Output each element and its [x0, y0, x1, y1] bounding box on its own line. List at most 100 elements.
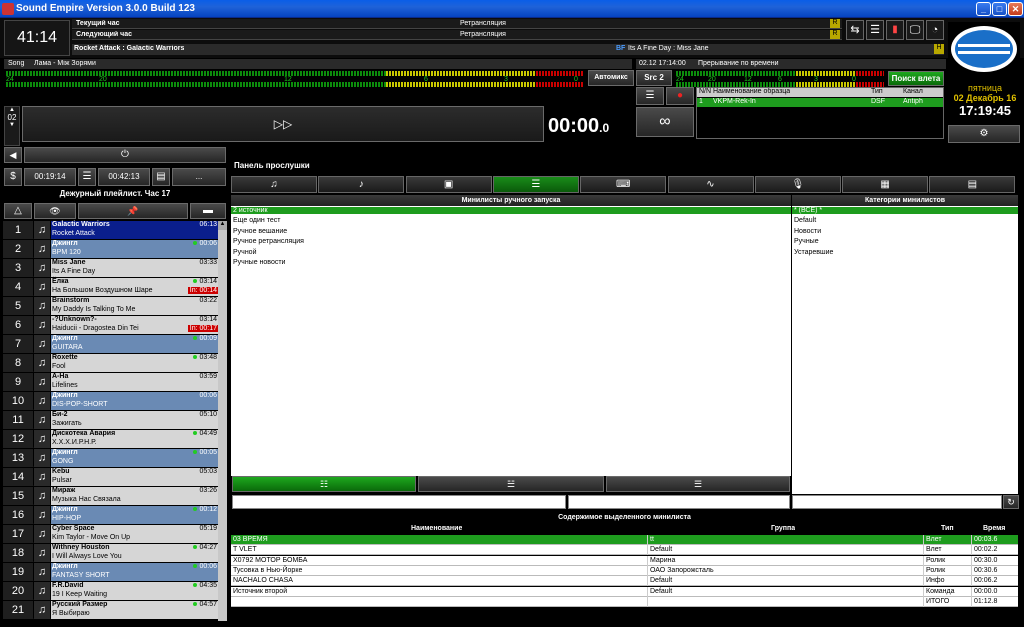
player2-table-row[interactable]: 1 VKPM-Rek-In DSF Antiph	[697, 98, 943, 107]
playlist-scrollbar[interactable]: ▲	[218, 221, 227, 621]
row-content[interactable]: Джингл DIS-POP-SHORT 00:06	[51, 392, 219, 410]
playlist-row[interactable]: 18 ♫ Withney Houston I Will Always Love You…	[3, 544, 227, 562]
category-item[interactable]: * (ВСЕ) *	[792, 207, 1018, 214]
contents-row[interactable]: T VLET Default Влет 00:02.2	[231, 545, 1018, 556]
pin-icon[interactable]: 📌	[78, 203, 188, 219]
minilist-item[interactable]: Еще один тест	[233, 217, 280, 224]
category-item[interactable]: Ручные	[794, 238, 819, 245]
playlist-row[interactable]: 19 ♫ Джингл FANTASY SHORT 00:06	[3, 563, 227, 581]
category-item[interactable]: Устаревшие	[794, 249, 833, 256]
row-content[interactable]: A-Ha Lifelines 03:59	[51, 373, 219, 391]
row-content[interactable]: Miss Jane Its A Fine Day 03:33	[51, 259, 219, 277]
row-content[interactable]: Withney Houston I Will Always Love You 04:…	[51, 544, 219, 562]
minilist-item[interactable]: Ручное вешание	[233, 228, 287, 235]
monitor-icon[interactable]: 🖵	[906, 20, 924, 40]
category-input[interactable]	[792, 495, 1002, 509]
playlist-row[interactable]: 3 ♫ Miss Jane Its A Fine Day 03:33	[3, 259, 227, 277]
maximize-button[interactable]: □	[992, 2, 1007, 16]
filter-input-2[interactable]	[568, 495, 790, 509]
time-button-2[interactable]: 00:42:13	[98, 168, 150, 186]
row-content[interactable]: Русский Размер Я Выбираю 04:57	[51, 601, 219, 619]
loop-button[interactable]: ∞	[636, 107, 694, 137]
tab-3[interactable]: ▣	[405, 176, 492, 193]
power-button[interactable]: ⏻	[24, 147, 226, 163]
playlist-row[interactable]: 6 ♫ -?Unknown?- Haiducii - Dragostea Din Te…	[3, 316, 227, 334]
row-content[interactable]: Джингл HIP-HOP 00:12	[51, 506, 219, 524]
playlist-row[interactable]: 5 ♫ Brainstorm My Daddy Is Talking To Me 03:…	[3, 297, 227, 315]
tab-4[interactable]: ☰	[492, 176, 579, 193]
minilist-mode-1[interactable]: ☷	[232, 476, 416, 492]
minimize-button[interactable]: _	[976, 2, 991, 16]
chevron-down-icon[interactable]: ▼	[5, 122, 19, 128]
playlist-row[interactable]: 4 ♫ Ёлка На Большом Воздушном Шаре 03:14 In: …	[3, 278, 227, 296]
contents-row[interactable]: Источник второй Default Команда 00:00.0	[231, 586, 1018, 597]
tab-5[interactable]: ⌨	[580, 176, 667, 193]
refresh-icon[interactable]: ↻	[1003, 495, 1019, 509]
close-button[interactable]: ✕	[1008, 2, 1023, 16]
minilist-item[interactable]: Ручной	[233, 249, 257, 256]
row-content[interactable]: Джингл FANTASY SHORT 00:06	[51, 563, 219, 581]
collapse-icon[interactable]: ◀	[4, 147, 22, 163]
scroll-up-icon[interactable]: ▲	[218, 221, 227, 230]
playlist-row[interactable]: 12 ♫ Дискотека Авария Х.Х.Х.И.Р.Н.Р. 04:49	[3, 430, 227, 448]
play-button[interactable]: ▷▷	[22, 106, 544, 142]
row-content[interactable]: Джингл BPM 120 00:06	[51, 240, 219, 258]
playlist-row[interactable]: 7 ♫ Джингл GUITARA 00:09	[3, 335, 227, 353]
tab-2[interactable]: ♪	[318, 176, 405, 193]
time-button-1[interactable]: 00:19:14	[24, 168, 76, 186]
row-content[interactable]: Би-2 Зажигать 05:10	[51, 411, 219, 429]
contents-row[interactable]: X0792 МОТОР БОМБА Марина Ролик 00:30.0	[231, 555, 1018, 566]
row-content[interactable]: Мираж Музыка Нас Связала 03:26	[51, 487, 219, 505]
tab-6[interactable]: ∿	[667, 176, 754, 193]
tab-1[interactable]: ♫	[231, 176, 317, 193]
minilist-item[interactable]: Ручные новости	[233, 259, 285, 266]
list-button[interactable]: ☰	[78, 168, 96, 186]
automix-button[interactable]: Автомикс	[588, 70, 634, 86]
playlist-row[interactable]: 8 ♫ Roxette Fool 03:48	[3, 354, 227, 372]
eye-icon[interactable]: 👁	[34, 203, 76, 219]
dollar-icon[interactable]: $	[4, 168, 22, 186]
minilist-mode-3[interactable]: ☰	[606, 476, 790, 492]
playlist-row[interactable]: 9 ♫ A-Ha Lifelines 03:59	[3, 373, 227, 391]
category-item[interactable]: Default	[794, 217, 816, 224]
row-content[interactable]: Galactic Warriors Rocket Attack 06:13	[51, 221, 219, 239]
src-button[interactable]: Src 2	[636, 70, 672, 86]
row-content[interactable]: Дискотека Авария Х.Х.Х.И.Р.Н.Р. 04:49	[51, 430, 219, 448]
clipboard-icon[interactable]: ▤	[152, 168, 170, 186]
search-button[interactable]: Поиск влета	[888, 71, 944, 86]
player1-counter[interactable]: ▲ 02 ▼	[4, 106, 20, 146]
row-content[interactable]: Джингл GUITARA 00:09	[51, 335, 219, 353]
list-icon[interactable]: ☰	[866, 20, 884, 40]
playlist-row[interactable]: 20 ♫ F.R.David 19 I Keep Waiting 04:35	[3, 582, 227, 600]
menu-icon[interactable]: ☰	[636, 87, 664, 105]
playlist-row[interactable]: 2 ♫ Джингл BPM 120 00:06	[3, 240, 227, 258]
playlist-row[interactable]: 15 ♫ Мираж Музыка Нас Связала 03:26	[3, 487, 227, 505]
row-content[interactable]: -?Unknown?- Haiducii - Dragostea Din Tei 0…	[51, 316, 219, 334]
tab-9[interactable]: ▤	[929, 176, 1016, 193]
playlist-row[interactable]: 21 ♫ Русский Размер Я Выбираю 04:57	[3, 601, 227, 619]
playlist-row[interactable]: 13 ♫ Джингл GONG 00:05	[3, 449, 227, 467]
playlist-row[interactable]: 16 ♫ Джингл HIP-HOP 00:12	[3, 506, 227, 524]
swap-icon[interactable]: ⇆	[846, 20, 864, 40]
more-button[interactable]: ...	[172, 168, 226, 186]
row-content[interactable]: Brainstorm My Daddy Is Talking To Me 03:22	[51, 297, 219, 315]
settings-button[interactable]: ⚙	[948, 125, 1020, 143]
playlist-row[interactable]: 10 ♫ Джингл DIS-POP-SHORT 00:06	[3, 392, 227, 410]
row-content[interactable]: Cyber Space Kim Taylor - Move On Up 05:19	[51, 525, 219, 543]
contents-row[interactable]: NACHALO CHASA Default Инфо 00:06.2	[231, 576, 1018, 587]
tab-8[interactable]: ▦	[842, 176, 929, 193]
contents-row[interactable]: ИТОГО 01:12.8	[231, 596, 1018, 607]
playlist-row[interactable]: 11 ♫ Би-2 Зажигать 05:10	[3, 411, 227, 429]
contents-row[interactable]: Тусовка в Нью-Йорке ОАО Запорожсталь Ролик…	[231, 565, 1018, 576]
category-item[interactable]: Новости	[794, 228, 821, 235]
playlist-row[interactable]: 17 ♫ Cyber Space Kim Taylor - Move On Up 05:…	[3, 525, 227, 543]
satellite-icon[interactable]: ◔	[926, 20, 944, 40]
contents-row[interactable]: 03 ВРЕМЯ tt Влет 00:03.6	[231, 535, 1018, 545]
minilist-mode-2[interactable]: ☱	[418, 476, 604, 492]
row-content[interactable]: Kebu Pulsar 05:03	[51, 468, 219, 486]
minilist-item[interactable]: 2 источник	[231, 207, 791, 214]
playlist-row[interactable]: 1 ♫ Galactic Warriors Rocket Attack 06:13	[3, 221, 227, 239]
triangle-icon[interactable]: △	[4, 203, 32, 219]
row-content[interactable]: Roxette Fool 03:48	[51, 354, 219, 372]
row-content[interactable]: Джингл GONG 00:05	[51, 449, 219, 467]
